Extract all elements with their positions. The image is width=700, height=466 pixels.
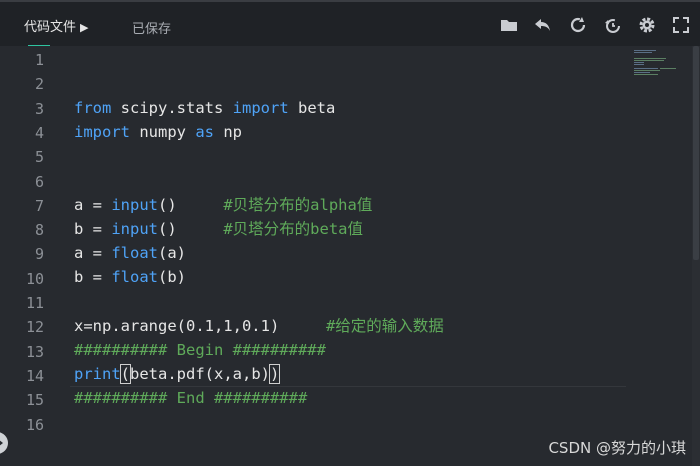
line-number: 12 (25, 318, 44, 337)
code-line-14: print(beta.pdf(x,a,b)) (74, 362, 281, 386)
line-number: 4 (34, 123, 44, 142)
code-token: b = (74, 220, 112, 238)
code-token: float (111, 244, 158, 262)
code-token: input (111, 196, 158, 214)
history-icon[interactable] (602, 14, 624, 36)
line-number: 11 (25, 294, 44, 312)
line-number: 6 (34, 172, 44, 191)
fullscreen-icon[interactable] (670, 14, 692, 36)
line-number: 7 (34, 196, 44, 215)
code-token: numpy (130, 123, 196, 141)
code-token: a = (74, 244, 112, 262)
code-token: () (158, 220, 224, 238)
line-number-gutter: 1 2 3 4 5 6 7 8 9 10 11 12 13 14 15 16 (0, 46, 56, 466)
code-token: from (74, 99, 112, 117)
code-token: a = (74, 196, 112, 214)
code-token: #给定的输入数据 (325, 317, 444, 335)
code-line-3: from scipy.stats import beta (74, 96, 335, 120)
code-editor-app: 代码文件 ▶ 已保存 1 2 3 4 5 6 7 8 9 10 11 12 13 14 15 16 from s… (0, 0, 700, 466)
code-token: ########## End ########## (74, 389, 308, 407)
line-number: 5 (34, 148, 44, 167)
code-token: scipy.stats (111, 99, 233, 117)
line-number: 16 (25, 415, 44, 434)
code-token: (b) (158, 268, 186, 286)
code-token: beta.pdf(x,a,b) (130, 365, 270, 383)
line-number: 2 (34, 75, 44, 94)
tab-code-file[interactable]: 代码文件 ▶ (24, 16, 88, 35)
line-number: 10 (25, 269, 44, 288)
watermark: CSDN @努力的小琪 (548, 439, 686, 457)
code-line-8: b = input() #贝塔分布的beta值 (74, 217, 363, 241)
code-token: ) (268, 364, 281, 384)
code-line-7: a = input() #贝塔分布的alpha值 (74, 193, 372, 217)
code-line-9: a = float(a) (74, 241, 186, 265)
scrollbar-thumb[interactable] (693, 46, 699, 260)
code-line-12: x=np.arange(0.1,1,0.1) #给定的输入数据 (74, 314, 444, 338)
gear-icon[interactable] (636, 14, 658, 36)
code-token: np (214, 123, 242, 141)
code-token: #贝塔分布的beta值 (223, 220, 363, 238)
tab-code-file-label: 代码文件 (24, 20, 77, 35)
code-token: #贝塔分布的alpha值 (223, 196, 373, 214)
line-number: 13 (25, 342, 44, 361)
line-number: 9 (34, 245, 44, 264)
line-number: 14 (25, 366, 44, 385)
undo-icon[interactable] (532, 14, 554, 36)
code-token: as (195, 123, 214, 141)
code-line-13: ########## Begin ########## (74, 338, 326, 362)
top-toolbar: 代码文件 ▶ 已保存 (0, 0, 700, 47)
code-token: b = (74, 268, 112, 286)
code-line-10: b = float(b) (74, 265, 186, 289)
refresh-icon[interactable] (567, 14, 589, 36)
code-line-4: import numpy as np (74, 120, 242, 144)
code-token: ########## Begin ########## (74, 341, 326, 359)
folder-icon[interactable] (498, 14, 520, 36)
code-token: import (232, 99, 289, 117)
play-icon: ▶ (80, 21, 89, 34)
code-token: ( (119, 364, 132, 384)
code-token: float (111, 268, 158, 286)
code-editor[interactable]: 1 2 3 4 5 6 7 8 9 10 11 12 13 14 15 16 from scipy.stats… (0, 46, 700, 466)
line-number: 8 (34, 221, 44, 240)
code-token: () (158, 196, 224, 214)
line-number: 3 (34, 99, 44, 118)
code-token: import (74, 123, 130, 141)
code-line-15: ########## End ########## (74, 386, 307, 410)
line-number: 15 (25, 391, 44, 410)
code-token: x=np.arange(0.1,1,0.1) (74, 317, 326, 335)
code-token: input (111, 220, 158, 238)
line-number: 1 (34, 51, 44, 69)
code-token: print (74, 365, 121, 383)
code-token: (a) (158, 244, 186, 262)
save-status: 已保存 (132, 22, 172, 37)
code-token: beta (288, 99, 336, 117)
code-minimap[interactable] (630, 46, 690, 86)
